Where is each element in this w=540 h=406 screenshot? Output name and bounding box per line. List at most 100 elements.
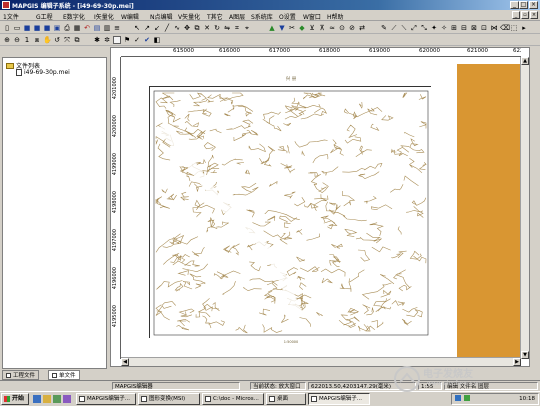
scroll-down-icon[interactable]: ▼ bbox=[521, 351, 529, 359]
scroll-right-icon[interactable]: ▸ bbox=[520, 24, 528, 32]
full-extent-icon[interactable]: ⤧ bbox=[63, 36, 71, 44]
menu-edit[interactable]: W编辑 bbox=[121, 12, 139, 21]
extend-line-icon[interactable]: ⊼ bbox=[318, 24, 326, 32]
menu-project[interactable]: G工程 bbox=[36, 12, 53, 21]
move-tool-icon[interactable]: ✥ bbox=[183, 24, 191, 32]
label-select-icon[interactable]: ⚑ bbox=[123, 36, 131, 44]
zoom-window-icon[interactable]: ⧈ bbox=[33, 36, 41, 44]
menu-help[interactable]: H帮助 bbox=[327, 12, 344, 21]
copy-view-icon[interactable]: ⧉ bbox=[73, 36, 81, 44]
tree-file-item[interactable]: i49-69-30p.mei bbox=[16, 69, 70, 76]
cut-line-icon[interactable]: ✂ bbox=[288, 24, 296, 32]
copy-tool-icon[interactable]: ⧉ bbox=[193, 24, 201, 32]
task-mapgis-active[interactable]: MAPGIS编辑子... bbox=[308, 393, 370, 405]
area-select-icon[interactable] bbox=[113, 36, 121, 44]
raster-icon[interactable]: ⊠ bbox=[470, 24, 478, 32]
menu-system-lib[interactable]: S系统库 bbox=[251, 12, 273, 21]
half-auto-icon[interactable]: ⤢ bbox=[410, 24, 418, 32]
app-icon[interactable] bbox=[2, 1, 10, 9]
smooth-line-icon[interactable]: ≈ bbox=[328, 24, 336, 32]
vertex-icon[interactable]: ✦ bbox=[430, 24, 438, 32]
fill-icon[interactable]: ⬚ bbox=[510, 24, 518, 32]
save-all-icon[interactable]: ■ bbox=[33, 24, 41, 32]
task-desktop[interactable]: 桌面 bbox=[266, 393, 306, 405]
zoom-in-icon[interactable]: ⊕ bbox=[3, 36, 11, 44]
tray-network-icon[interactable] bbox=[455, 395, 461, 401]
property-icon[interactable]: ≡ bbox=[113, 24, 121, 32]
mdi-close-button[interactable]: × bbox=[530, 11, 538, 19]
menu-vector[interactable]: V矢量化 bbox=[178, 12, 200, 21]
erase-icon[interactable]: ⌫ bbox=[500, 24, 510, 32]
join-line-icon[interactable]: ⊻ bbox=[308, 24, 316, 32]
quicklaunch-folder-icon[interactable] bbox=[43, 395, 51, 403]
task-transform[interactable]: 图形变换(MSI) bbox=[138, 393, 200, 405]
add-point-icon[interactable]: ▲ bbox=[268, 24, 276, 32]
apply-icon[interactable]: ✔ bbox=[143, 36, 151, 44]
quicklaunch-media-icon[interactable] bbox=[63, 395, 71, 403]
add-line-icon[interactable]: ▼ bbox=[278, 24, 286, 32]
snap-tool-icon[interactable]: ⌖ bbox=[243, 24, 251, 32]
layer-icon[interactable]: ◧ bbox=[153, 36, 161, 44]
menu-layer[interactable]: A图层 bbox=[229, 12, 245, 21]
print-icon[interactable]: ⎙ bbox=[63, 24, 71, 32]
tray-volume-icon[interactable] bbox=[464, 395, 470, 401]
mirror-tool-icon[interactable]: ⇋ bbox=[223, 24, 231, 32]
check-icon[interactable]: ✓ bbox=[133, 36, 141, 44]
close-line-icon[interactable]: ⊙ bbox=[338, 24, 346, 32]
task-mapgis-1[interactable]: MAPGIS编辑子... bbox=[76, 393, 136, 405]
edge-icon[interactable]: ⊟ bbox=[460, 24, 468, 32]
delete-tool-icon[interactable]: ✕ bbox=[203, 24, 211, 32]
curve-tool-icon[interactable]: ∿ bbox=[173, 24, 181, 32]
task-word-doc[interactable]: C:\doc - Micros... bbox=[202, 393, 264, 405]
zoom-1to1-icon[interactable]: 1 bbox=[23, 36, 31, 44]
trace-icon[interactable]: ⤡ bbox=[420, 24, 428, 32]
map-view[interactable]: 615000 616000 617000 618000 619000 62000… bbox=[110, 47, 530, 367]
layer-window-icon[interactable]: ▥ bbox=[103, 24, 111, 32]
line-select-icon[interactable]: ✲ bbox=[103, 36, 111, 44]
quicklaunch-desktop-icon[interactable] bbox=[53, 395, 61, 403]
tab-project-files[interactable]: 工程文件 bbox=[2, 370, 40, 380]
title-bar[interactable]: MAPGIS 编辑子系统 - [i49-69-30p.mei] _ □ × bbox=[0, 0, 540, 10]
thin-icon[interactable]: ⋈ bbox=[490, 24, 498, 32]
close-button[interactable]: × bbox=[529, 1, 538, 9]
scroll-up-icon[interactable]: ▲ bbox=[521, 57, 529, 65]
quicklaunch-ie-icon[interactable] bbox=[33, 395, 41, 403]
scroll-left-icon[interactable]: ◀ bbox=[121, 358, 129, 366]
auto-track-icon[interactable]: ⟍ bbox=[400, 24, 408, 32]
new-file-icon[interactable]: ▯ bbox=[3, 24, 11, 32]
mdi-restore-button[interactable]: ▫ bbox=[521, 11, 529, 19]
line-tool-icon[interactable]: ╱ bbox=[163, 24, 171, 32]
menu-point-edit[interactable]: N点编辑 bbox=[150, 12, 173, 21]
export-icon[interactable]: ▣ bbox=[53, 24, 61, 32]
reverse-line-icon[interactable]: ⇄ bbox=[358, 24, 366, 32]
sample-icon[interactable]: ✧ bbox=[440, 24, 448, 32]
add-area-icon[interactable]: ◆ bbox=[298, 24, 306, 32]
topographic-map-sheet[interactable] bbox=[149, 86, 432, 339]
zoom-out-icon[interactable]: ⊖ bbox=[13, 36, 21, 44]
tab-single-file[interactable]: 单文件 bbox=[48, 370, 80, 380]
grid-icon[interactable]: ⊞ bbox=[450, 24, 458, 32]
vertical-scrollbar[interactable]: ▲ ▼ bbox=[520, 57, 529, 359]
pen-icon[interactable]: ✎ bbox=[380, 24, 388, 32]
menu-vectorize[interactable]: I矢量化 bbox=[94, 12, 114, 21]
mdi-minimize-button[interactable]: _ bbox=[512, 11, 520, 19]
menu-file[interactable]: 1文件 bbox=[3, 12, 19, 21]
preview-icon[interactable]: ▦ bbox=[73, 24, 81, 32]
open-file-icon[interactable]: ▭ bbox=[13, 24, 21, 32]
arrow-icon[interactable]: ↗ bbox=[143, 24, 151, 32]
track-icon[interactable]: ⟋ bbox=[390, 24, 398, 32]
filter-icon[interactable]: ⊡ bbox=[480, 24, 488, 32]
point-select-icon[interactable]: ✱ bbox=[93, 36, 101, 44]
map-canvas[interactable]: 兴 县 1:50000 bbox=[122, 58, 520, 358]
minimize-button[interactable]: _ bbox=[510, 1, 519, 9]
pan-icon[interactable]: ✋ bbox=[43, 36, 52, 44]
start-button[interactable]: 开始 bbox=[1, 393, 29, 405]
save-icon[interactable]: ■ bbox=[23, 24, 31, 32]
menu-digitize[interactable]: E数字化 bbox=[63, 12, 85, 21]
pointer-icon[interactable]: ↖ bbox=[133, 24, 141, 32]
node-tool-icon[interactable]: ⌗ bbox=[233, 24, 241, 32]
menu-settings[interactable]: O设置 bbox=[279, 12, 296, 21]
maximize-button[interactable]: □ bbox=[519, 1, 528, 9]
refresh-icon[interactable]: ↺ bbox=[53, 36, 61, 44]
undo-icon[interactable]: ↶ bbox=[83, 24, 91, 32]
